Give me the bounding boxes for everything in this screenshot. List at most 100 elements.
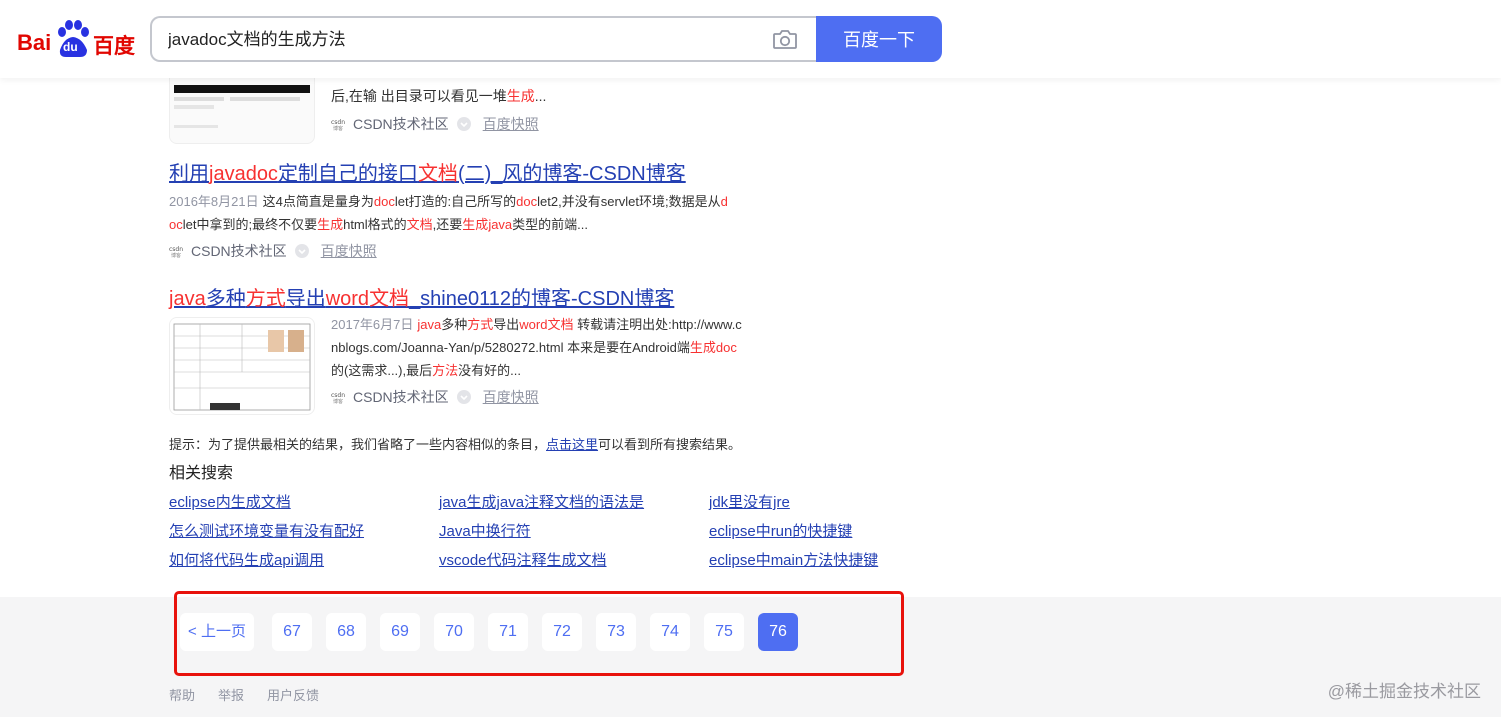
report-link[interactable]: 举报 xyxy=(218,688,244,703)
abstract-text: let打造的:自己所写的 xyxy=(394,194,517,209)
result-title-link[interactable]: java多种方式导出word文档_shine0112的博客-CSDN博客 xyxy=(169,288,674,310)
show-all-results-link[interactable]: 点击这里 xyxy=(546,437,598,452)
svg-text:csdn: csdn xyxy=(331,392,345,399)
abstract-text: 没有好的... xyxy=(458,363,521,378)
result-0-source: csdn 博客 CSDN技术社区 百度快照 xyxy=(331,113,539,135)
dropdown-arrow-icon[interactable] xyxy=(294,244,309,258)
title-part: 定制自己的接口 xyxy=(277,163,418,185)
svg-text:csdn: csdn xyxy=(331,119,345,126)
title-part: (二)_风的博客-CSDN博客 xyxy=(457,163,686,185)
svg-text:博客: 博客 xyxy=(333,125,343,131)
source-name[interactable]: CSDN技术社区 xyxy=(353,113,449,135)
result-thumbnail[interactable] xyxy=(169,317,315,415)
dropdown-arrow-icon[interactable] xyxy=(456,117,471,131)
result-2: java多种方式导出word文档_shine0112的博客-CSDN博客 xyxy=(169,282,674,311)
annotation-highlight-box xyxy=(174,591,904,676)
logo-text-baidu: 百度 xyxy=(93,35,135,58)
abstract-text: 的(这需求...),最后 xyxy=(331,363,433,378)
abstract-highlight: 生成 xyxy=(317,217,344,232)
abstract-highlight: 文档 xyxy=(406,217,433,232)
csdn-icon: csdn博客 xyxy=(169,246,183,258)
dropdown-arrow-icon[interactable] xyxy=(456,390,471,404)
logo-text-du: du xyxy=(63,40,78,54)
abstract-text: let2,并没有servlet环境;数据是从 xyxy=(537,194,721,209)
abstract-highlight: java xyxy=(488,217,513,232)
abstract-text: 这4点简直是量身为 xyxy=(262,194,374,209)
related-search-link[interactable]: 怎么测试环境变量有没有配好 xyxy=(169,520,364,541)
feedback-link[interactable]: 用户反馈 xyxy=(267,688,319,703)
related-search-link[interactable]: eclipse中main方法快捷键 xyxy=(709,549,878,570)
related-search-link[interactable]: vscode代码注释生成文档 xyxy=(439,549,607,570)
related-search-link[interactable]: Java中换行符 xyxy=(439,520,531,541)
abstract-text: 导出 xyxy=(493,317,520,332)
result-0-abstract: 后,在输 出目录可以看见一堆生成... xyxy=(331,85,546,108)
abstract-highlight: oc xyxy=(169,217,183,232)
abstract-highlight: 生成 xyxy=(689,340,716,355)
watermark: @稀土掘金技术社区 xyxy=(1327,682,1481,701)
search-box xyxy=(150,16,816,62)
logo-text-bai: Bai xyxy=(17,30,52,55)
search-input[interactable] xyxy=(166,18,750,62)
svg-text:博客: 博客 xyxy=(333,398,343,404)
camera-icon[interactable] xyxy=(772,28,798,50)
abstract-text: ,还要 xyxy=(432,217,463,232)
snapshot-link[interactable]: 百度快照 xyxy=(321,240,377,262)
title-highlight: 文档 xyxy=(417,163,458,185)
abstract-highlight: 文档 xyxy=(547,317,574,332)
abstract-text: html格式的 xyxy=(343,217,407,232)
footer-links: 帮助 举报 用户反馈 xyxy=(169,685,342,704)
related-searches-title: 相关搜索 xyxy=(169,465,234,482)
search-button[interactable]: 百度一下 xyxy=(816,16,942,62)
related-search-link[interactable]: jdk里没有jre xyxy=(709,491,790,512)
related-search-link[interactable]: java生成java注释文档的语法是 xyxy=(439,491,644,512)
related-search-link[interactable]: 如何将代码生成api调用 xyxy=(169,549,324,570)
title-part: 利用 xyxy=(169,163,209,185)
title-highlight: word xyxy=(325,288,370,310)
abstract-highlight: 方式 xyxy=(467,317,494,332)
tip-text: 可以看到所有搜索结果。 xyxy=(598,437,742,452)
abstract-highlight: 生成 xyxy=(462,217,489,232)
baidu-logo[interactable]: Bai du 百度 xyxy=(17,20,135,58)
title-highlight: javadoc xyxy=(209,163,278,185)
abstract-text: ... xyxy=(534,88,547,104)
title-part: 导出 xyxy=(285,288,326,310)
abstract-highlight: word xyxy=(519,317,548,332)
abstract-text: 多种 xyxy=(441,317,468,332)
result-title-link[interactable]: 利用javadoc定制自己的接口文档(二)_风的博客-CSDN博客 xyxy=(169,163,686,185)
abstract-highlight: doc xyxy=(373,194,395,209)
abstract-text: 类型的前端... xyxy=(512,217,589,232)
abstract-highlight: java xyxy=(417,317,442,332)
csdn-icon: csdn博客 xyxy=(331,392,345,404)
related-search-link[interactable]: eclipse中run的快捷键 xyxy=(709,520,852,541)
svg-text:博客: 博客 xyxy=(171,252,181,258)
related-search-link[interactable]: eclipse内生成文档 xyxy=(169,491,291,512)
source-name[interactable]: CSDN技术社区 xyxy=(191,240,287,262)
csdn-icon: csdn博客 xyxy=(331,119,345,131)
result-date: 2017年6月7日 xyxy=(331,317,414,332)
result-date: 2016年8月21日 xyxy=(169,194,259,209)
help-link[interactable]: 帮助 xyxy=(169,688,195,703)
abstract-highlight: 生成 xyxy=(506,88,535,104)
abstract-text: let中拿到的;最终不仅要 xyxy=(182,217,318,232)
title-part: _shine0112的博客-CSDN博客 xyxy=(409,288,675,310)
abstract-text: 转载请注明出处:http://www.c xyxy=(573,317,742,332)
abstract-highlight: d xyxy=(720,194,728,209)
snapshot-link[interactable]: 百度快照 xyxy=(483,113,539,135)
abstract-text: nblogs.com/Joanna-Yan/p/5280272.html 本来是… xyxy=(331,340,690,355)
abstract-highlight: doc xyxy=(715,340,737,355)
title-highlight: 方式 xyxy=(245,288,286,310)
title-highlight: 文档 xyxy=(369,288,410,310)
title-highlight: java xyxy=(169,288,206,310)
omitted-results-tip: 提示：为了提供最相关的结果，我们省略了一些内容相似的条目，点击这里可以看到所有搜… xyxy=(169,434,741,453)
svg-text:csdn: csdn xyxy=(169,246,183,253)
thumbnail-image xyxy=(170,318,314,414)
tip-text: 提示：为了提供最相关的结果，我们省略了一些内容相似的条目， xyxy=(169,437,547,452)
source-name[interactable]: CSDN技术社区 xyxy=(353,386,449,408)
header: Bai du 百度 百度一下 xyxy=(0,0,1501,78)
result-2-abstract: 2017年6月7日 java多种方式导出word文档 转载请注明出处:http:/… xyxy=(331,313,801,408)
title-part: 多种 xyxy=(205,288,246,310)
abstract-highlight: doc xyxy=(516,194,538,209)
abstract-highlight: 方法 xyxy=(432,363,459,378)
abstract-text: 后,在输 出目录可以看见一堆 xyxy=(331,88,507,104)
snapshot-link[interactable]: 百度快照 xyxy=(483,386,539,408)
